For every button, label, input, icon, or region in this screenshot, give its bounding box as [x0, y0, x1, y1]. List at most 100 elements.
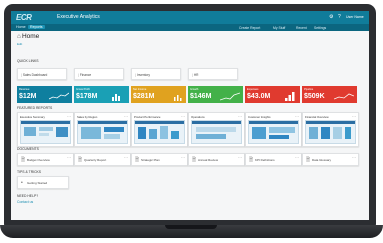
document-icon: 🗎: [306, 157, 311, 163]
laptop-base: [0, 225, 383, 238]
page-edit-link[interactable]: Edit: [17, 42, 22, 46]
more-icon[interactable]: …: [181, 154, 185, 159]
more-icon[interactable]: …: [295, 113, 299, 118]
gear-icon[interactable]: ⚙: [329, 14, 333, 20]
more-icon[interactable]: …: [352, 154, 356, 159]
kpi-label: Gross Profit: [76, 87, 90, 91]
kpi-label: Pipeline: [304, 87, 314, 91]
document-title: KPI Definitions: [255, 157, 275, 162]
lightbulb-icon: •: [21, 180, 23, 186]
document-item[interactable]: 🗎 KPI Definitions …: [245, 153, 302, 166]
link-icon: |: [135, 72, 136, 77]
report-title: Customer Insights: [248, 114, 271, 119]
kpi-value: $281M: [133, 93, 155, 100]
link-icon: |: [78, 72, 79, 77]
more-icon[interactable]: …: [238, 154, 242, 159]
my-stuff-link[interactable]: My Stuff: [273, 26, 285, 30]
more-icon[interactable]: …: [124, 113, 128, 118]
quick-link-label: Inventory: [136, 72, 150, 77]
kpi-label: Expenses: [247, 87, 259, 91]
report-title: Financial Overview: [305, 114, 329, 119]
report-card[interactable]: Financial Overview …: [302, 112, 359, 147]
kpi-value: $178M: [76, 93, 98, 100]
quick-links-heading: QUICK LINKS: [17, 59, 39, 63]
link-icon: |: [21, 72, 22, 77]
kpi-value: $146M: [190, 93, 212, 100]
recent-link[interactable]: Recent: [296, 26, 307, 30]
documents-heading: DOCUMENTS: [17, 147, 39, 151]
quick-link[interactable]: |Finance: [74, 68, 124, 80]
quick-link-label: Sales Dashboard: [22, 72, 48, 77]
document-icon: 🗎: [21, 157, 26, 163]
kpi-bar-chart: [112, 94, 120, 101]
report-card[interactable]: Sales by Region …: [74, 112, 131, 147]
kpi-tile[interactable]: Expenses $43.0M: [245, 86, 300, 103]
tips-item[interactable]: • Getting Started: [17, 176, 69, 189]
quick-link-label: Finance: [79, 72, 92, 77]
kpi-value: $43.0M: [247, 93, 271, 100]
kpi-sparkline: [220, 92, 240, 101]
quick-link[interactable]: |HR: [188, 68, 238, 80]
create-report-link[interactable]: Create Report: [239, 26, 260, 30]
app-title: Executive Analytics: [57, 14, 100, 20]
page-title-text: Home: [21, 33, 40, 40]
top-bar: ECR Executive Analytics ⚙ ? User Name: [11, 11, 369, 24]
kpi-tile[interactable]: Net Income $281M: [131, 86, 186, 103]
quick-link[interactable]: |Inventory: [131, 68, 181, 80]
more-icon[interactable]: …: [181, 113, 185, 118]
document-item[interactable]: 🗎 Quarterly Report …: [74, 153, 131, 166]
report-title: Sales by Region: [77, 114, 98, 119]
kpi-sparkline: [334, 93, 354, 100]
report-thumbnail: [191, 120, 242, 144]
document-title: Quarterly Report: [84, 157, 107, 162]
app-logo[interactable]: ECR: [16, 13, 32, 22]
settings-link[interactable]: Settings: [314, 26, 326, 30]
report-thumbnail: [77, 120, 128, 144]
document-title: Strategic Plan: [141, 157, 160, 162]
kpi-tile[interactable]: Growth $146M: [188, 86, 243, 103]
kpi-value: $509K: [304, 93, 325, 100]
kpi-tile[interactable]: Gross Profit $178M: [74, 86, 129, 103]
document-item[interactable]: 🗎 Strategic Plan…: [131, 153, 188, 166]
report-thumbnail: [134, 120, 185, 144]
quick-link[interactable]: |Sales Dashboard: [17, 68, 67, 80]
more-icon[interactable]: …: [295, 154, 299, 159]
document-item[interactable]: 🗎 Budget Overview…: [17, 153, 74, 166]
report-card[interactable]: Customer Insights …: [245, 112, 302, 147]
document-item[interactable]: 🗎 Annual Review …: [188, 153, 245, 166]
kpi-sparkline: [49, 92, 69, 100]
report-card[interactable]: Operations …: [188, 112, 245, 147]
kpi-label: Net Income: [133, 87, 147, 91]
tab-reports[interactable]: Reports: [28, 25, 45, 29]
report-title: Operations: [191, 114, 205, 119]
laptop-notch: [165, 225, 217, 229]
home-icon: ⌂: [17, 33, 21, 40]
report-card[interactable]: Executive Summary …: [17, 112, 74, 147]
tips-heading: TIPS & TRICKS: [17, 170, 42, 174]
kpi-tile[interactable]: Revenue $12M: [17, 86, 72, 103]
report-thumbnail: [305, 120, 356, 144]
more-icon[interactable]: …: [124, 154, 128, 159]
user-menu[interactable]: User Name: [346, 15, 364, 19]
document-item[interactable]: 🗎 Data Glossary…: [302, 153, 359, 166]
report-title: Executive Summary: [20, 114, 45, 119]
more-icon[interactable]: …: [67, 113, 71, 118]
reports-heading: FEATURED REPORTS: [17, 106, 53, 110]
more-icon[interactable]: …: [67, 154, 71, 159]
contact-link[interactable]: Contact us: [17, 200, 33, 204]
quick-link-label: HR: [193, 72, 199, 77]
more-icon[interactable]: …: [238, 113, 242, 118]
kpi-label: Growth: [190, 87, 199, 91]
tab-home[interactable]: Home: [16, 25, 26, 29]
document-icon: 🗎: [192, 157, 197, 163]
tab-bar: Home Reports Create Report My Stuff Rece…: [11, 24, 369, 31]
report-thumbnail: [248, 120, 299, 144]
more-icon[interactable]: …: [352, 113, 356, 118]
report-card[interactable]: Product Performance …: [131, 112, 188, 147]
report-thumbnail: [20, 120, 71, 144]
kpi-tile[interactable]: Pipeline $509K: [302, 86, 357, 103]
help-icon[interactable]: ?: [338, 14, 341, 20]
document-icon: 🗎: [249, 157, 254, 163]
document-title: Annual Review: [198, 157, 219, 162]
document-icon: 🗎: [78, 157, 83, 163]
